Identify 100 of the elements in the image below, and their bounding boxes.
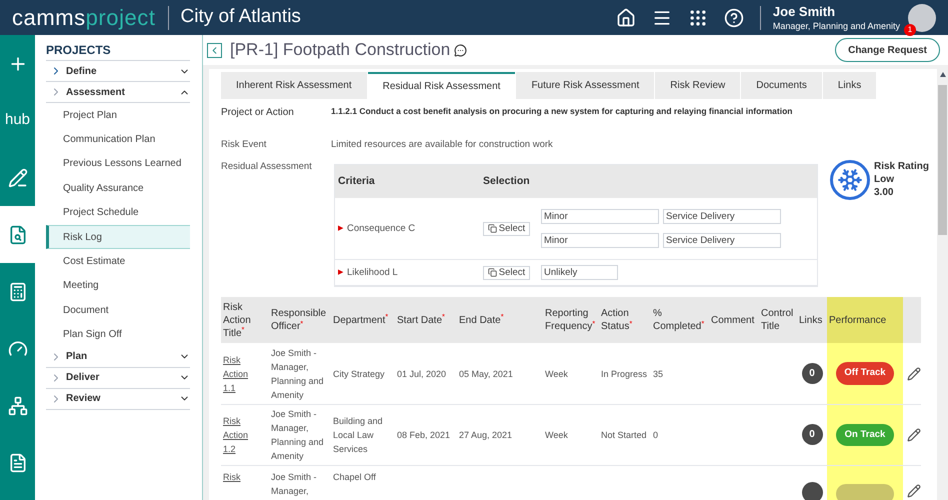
sidebar-item[interactable]: Communication Plan [46,127,190,152]
field-value: 1.1.2.1 Conduct a cost benefit analysis on procuring a new system for capturing and relaying financial information [331,105,792,118]
sidebar-item[interactable]: Previous Lessons Learned [46,152,190,176]
field-value: Limited resources are available for construction work [331,138,553,152]
table-cell: Building and Local Law Services [333,416,383,454]
criteria-name: Consequence C [347,222,416,236]
column-header: Control Title [759,297,797,344]
table-cell: Joe Smith - Manager, Planning and Amenity [271,408,324,461]
column-header: Performance [827,297,903,344]
sidebar-item[interactable]: Project Schedule [46,200,190,225]
sidebar-item[interactable]: Meeting [46,274,190,298]
column-header: Criteria [337,174,376,189]
pencil-icon [8,168,28,188]
tab[interactable]: Future Risk Assessment [516,72,654,99]
avatar[interactable] [908,4,936,32]
risk-rating-title: Risk Rating [874,160,930,174]
column-header: % Completed$^{*}$ [651,297,709,344]
sidebar-group[interactable]: Review [46,388,190,410]
column-header: Responsible Officer$^{*}$ [269,297,331,344]
table-cell: City Strategy [333,368,385,378]
table-cell: Chapel Off [333,472,376,482]
column-header: Department$^{*}$ [331,297,395,344]
sidebar-group[interactable]: Deliver [46,368,190,389]
select-button[interactable]: Select [483,266,530,280]
edit-icon[interactable] [907,366,921,380]
rail-item[interactable]: hub [0,92,35,149]
column-header: Action Status$^{*}$ [599,297,651,344]
performance-status: On Track [836,424,894,446]
header-cell [903,297,921,344]
input-field[interactable]: Minor [541,233,659,248]
risk-rating-level: Low [874,173,895,186]
comment-icon[interactable] [454,44,468,56]
links-count[interactable] [802,482,822,500]
risk-action-link[interactable]: Risk Action 1.1 [223,352,255,394]
field-label: Risk Event [221,138,268,152]
calculator-icon [8,282,28,302]
required-asterisk: * [701,318,704,328]
back-button[interactable] [207,42,222,58]
risk-action-link[interactable]: Risk Action 1.2 [223,414,255,456]
column-header: End Date$^{*}$ [457,297,543,344]
table-cell: 05 May, 2021 [459,368,513,378]
hierarchy-icon [8,396,28,416]
risk-rating-score: 3.00 [874,186,894,200]
sidebar-group[interactable]: Plan [46,346,190,368]
table-cell: Week [545,368,568,378]
sidebar-group[interactable]: Define [46,61,190,82]
notification-badge: 1 [904,24,916,36]
scroll-up-arrow-icon[interactable] [940,72,946,77]
table-cell: 35 [653,368,664,378]
required-asterisk: * [300,318,304,328]
apps-grid-icon[interactable] [688,8,708,28]
required-asterisk: * [385,312,388,321]
sidebar-title: PROJECTS [46,41,190,61]
tab[interactable]: Risk Review [655,72,740,99]
user-role: Manager, Planning and Amenity [772,20,900,32]
required-asterisk: * [500,312,504,321]
sidebar-group[interactable]: Assessment [46,82,190,103]
required-asterisk: * [592,318,596,328]
home-icon[interactable] [616,8,636,28]
table-cell: 0 [653,430,658,440]
links-count[interactable]: 0 [802,424,822,446]
app-logo: cammsproject [12,4,156,32]
help-icon[interactable] [724,8,744,28]
input-field[interactable]: Unlikely [541,265,618,280]
table-cell: Not Started [601,430,647,440]
change-request-button[interactable]: Change Request [835,38,940,62]
copy-icon [488,268,497,278]
sidebar-item[interactable]: Plan Sign Off [46,322,190,347]
input-field[interactable]: Minor [541,209,659,224]
column-header: Start Date$^{*}$ [395,297,457,344]
tab[interactable]: Links [822,72,876,99]
sidebar-item[interactable]: Cost Estimate [46,249,190,274]
performance-status: Off Track [836,362,894,385]
tab[interactable]: Documents [741,72,822,99]
table-cell: 08 Feb, 2021 [397,430,450,440]
select-button[interactable]: Select [483,222,530,236]
sidebar-item[interactable]: Document [46,298,190,323]
criteria-name: Likelihood L [347,266,398,280]
tab[interactable]: Inherent Risk Assessment [221,72,367,99]
table-cell: Week [545,430,568,440]
table-cell: 01 Jul, 2020 [397,368,446,378]
input-field[interactable]: Service Delivery [663,233,781,248]
column-header: Reporting Frequency$^{*}$ [543,297,599,344]
user-name: Joe Smith [772,4,836,20]
required-asterisk: * [629,318,632,328]
input-field[interactable]: Service Delivery [663,209,781,224]
document-search-icon [8,224,28,244]
field-label: Project or Action [221,106,295,120]
copy-icon [488,224,497,234]
sidebar-item[interactable]: Risk Log [46,224,190,250]
risk-action-link[interactable]: Risk [223,470,255,484]
table-cell: Joe Smith - Manager, Planning and Amenity [271,348,324,400]
links-count[interactable]: 0 [802,363,822,384]
sidebar-item[interactable]: Project Plan [46,103,190,128]
sidebar-item[interactable]: Quality Assurance [46,176,190,201]
edit-icon[interactable] [907,428,921,442]
required-asterisk: * [442,312,445,321]
risk-rating-icon [830,160,870,200]
edit-icon[interactable] [907,484,921,498]
page-title: [PR-1] Footpath Construction [230,39,450,62]
